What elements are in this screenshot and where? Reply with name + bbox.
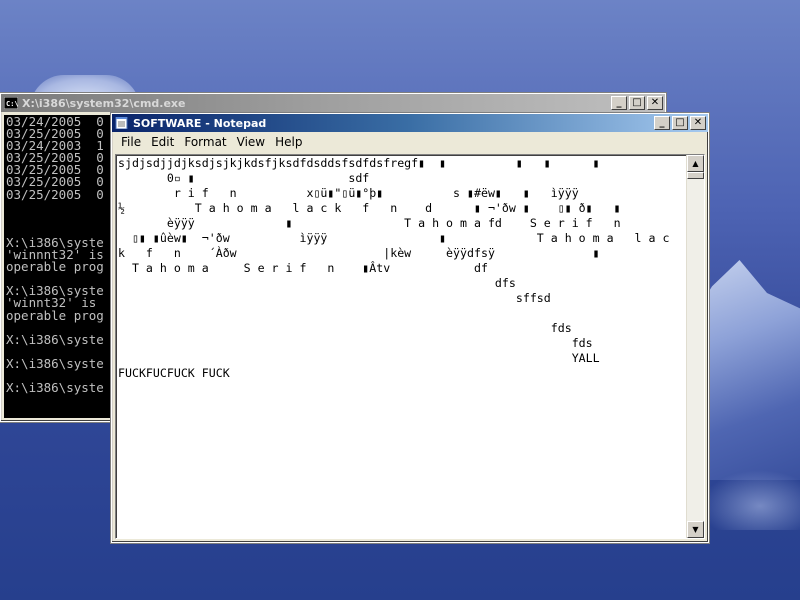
scroll-up-button[interactable]: ▲ xyxy=(687,155,704,172)
notepad-titlebar[interactable]: SOFTWARE - Notepad _ □ ✕ xyxy=(112,114,708,132)
menu-view[interactable]: View xyxy=(232,135,270,149)
cmd-titlebar[interactable]: C:\ X:\i386\system32\cmd.exe _ □ ✕ xyxy=(1,94,665,112)
scroll-thumb[interactable] xyxy=(687,172,704,179)
notepad-line: sffsd xyxy=(118,291,551,305)
notepad-close-button[interactable]: ✕ xyxy=(690,116,706,130)
notepad-line: fds xyxy=(118,321,572,335)
cmd-close-button[interactable]: ✕ xyxy=(647,96,663,110)
notepad-text: sjdjsdjjdjksdjsjkjkdsfjksdfdsddsfsdfdsfr… xyxy=(118,156,686,381)
notepad-menubar: File Edit Format View Help xyxy=(112,132,708,151)
vertical-scrollbar[interactable]: ▲ ▼ xyxy=(686,155,704,538)
notepad-line: YALL xyxy=(118,351,600,365)
cmd-title: X:\i386\system32\cmd.exe xyxy=(22,96,186,110)
arrow-down-icon: ▼ xyxy=(692,525,699,534)
maximize-icon: □ xyxy=(632,97,642,108)
notepad-line: T a h o m a S e r i f n ▮Âtv df xyxy=(118,261,488,275)
maximize-icon: □ xyxy=(675,117,685,128)
notepad-window[interactable]: SOFTWARE - Notepad _ □ ✕ File Edit Forma… xyxy=(110,112,710,544)
notepad-line: k f n ´Àðw |kèw èÿÿdfsÿ ▮ xyxy=(118,246,600,260)
cmd-maximize-button[interactable]: □ xyxy=(629,96,645,110)
notepad-line: ½ T a h o m a l a c k f n d ▮ ¬'ðw ▮ ▯▮ … xyxy=(118,201,621,215)
menu-format[interactable]: Format xyxy=(179,135,231,149)
menu-help[interactable]: Help xyxy=(270,135,307,149)
notepad-maximize-button[interactable]: □ xyxy=(672,116,688,130)
cmd-icon: C:\ xyxy=(4,97,18,109)
notepad-line: sjdjsdjjdjksdjsjkjkdsfjksdfdsddsfsdfdsfr… xyxy=(118,156,600,170)
minimize-icon: _ xyxy=(659,117,665,128)
notepad-line: 0▫ ▮ sdf xyxy=(118,171,370,185)
arrow-up-icon: ▲ xyxy=(692,159,699,168)
wallpaper-cloud xyxy=(700,470,800,530)
notepad-editor[interactable]: sjdjsdjjdjksdjsjkjkdsfjksdfdsddsfsdfdsfr… xyxy=(115,154,705,539)
notepad-line: dfs xyxy=(118,276,516,290)
notepad-title: SOFTWARE - Notepad xyxy=(133,116,267,130)
notepad-line: fds xyxy=(118,336,593,350)
cmd-minimize-button[interactable]: _ xyxy=(611,96,627,110)
close-icon: ✕ xyxy=(693,117,703,128)
svg-text:C:\: C:\ xyxy=(6,100,18,108)
notepad-line: r i f n x▯ü▮"▯ü▮°þ▮ s ▮#ëw▮ ▮ ìÿÿÿ xyxy=(118,186,579,200)
notepad-line: èÿÿÿ ▮ T a h o m a fd S e r i f n xyxy=(118,216,621,230)
notepad-line: FUCKFUCFUCK FUCK xyxy=(118,366,230,380)
notepad-text-area[interactable]: sjdjsdjjdjksdjsjkjkdsfjksdfdsddsfsdfdsfr… xyxy=(118,156,686,537)
notepad-minimize-button[interactable]: _ xyxy=(654,116,670,130)
close-icon: ✕ xyxy=(650,97,660,108)
minimize-icon: _ xyxy=(616,97,622,108)
notepad-icon xyxy=(115,117,128,129)
menu-edit[interactable]: Edit xyxy=(146,135,179,149)
notepad-line xyxy=(118,306,686,321)
scroll-down-button[interactable]: ▼ xyxy=(687,521,704,538)
notepad-line: ▯▮ ▮ûèw▮ ¬'ðw ìÿÿÿ ▮ T a h o m a l a c xyxy=(118,231,670,245)
menu-file[interactable]: File xyxy=(116,135,146,149)
